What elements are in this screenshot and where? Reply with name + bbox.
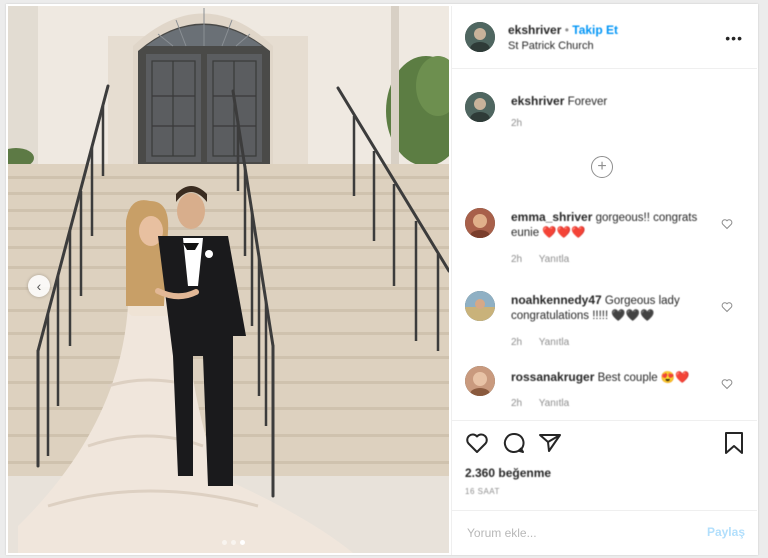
comment-meta: 2h Yanıtla bbox=[511, 398, 583, 409]
comment-username[interactable]: emma_shriver bbox=[511, 210, 592, 224]
avatar-image bbox=[465, 22, 495, 52]
comment-time[interactable]: 2h bbox=[511, 337, 522, 348]
comment-time[interactable]: 2h bbox=[511, 398, 522, 409]
comment-meta: 2h Yanıtla bbox=[511, 254, 583, 265]
action-bar: 2.360 beğenme 16 SAAT bbox=[452, 420, 757, 511]
avatar-image bbox=[465, 208, 495, 238]
commenter-avatar[interactable] bbox=[465, 291, 495, 321]
caption-text: ekshriver Forever bbox=[511, 94, 716, 110]
comment-username[interactable]: rossanakruger bbox=[511, 370, 594, 384]
post-photo[interactable]: ‹ bbox=[8, 6, 449, 553]
avatar-image bbox=[465, 92, 495, 122]
bookmark-icon[interactable] bbox=[723, 431, 745, 455]
wedding-photo bbox=[8, 6, 449, 553]
caption-avatar[interactable] bbox=[465, 92, 495, 122]
comment-text: noahkennedy47 Gorgeous lady congratulati… bbox=[511, 293, 716, 324]
carousel-indicator bbox=[222, 540, 245, 545]
author-username[interactable]: ekshriver bbox=[508, 23, 561, 37]
more-options-icon[interactable]: ••• bbox=[725, 30, 743, 46]
caption-meta: 2h bbox=[511, 118, 536, 129]
post-location[interactable]: St Patrick Church bbox=[508, 40, 594, 52]
chevron-left-icon: ‹ bbox=[36, 278, 42, 294]
comment-time[interactable]: 2h bbox=[511, 254, 522, 265]
comment-text: emma_shriver gorgeous!! congrats eunie ❤… bbox=[511, 210, 716, 241]
post-comment-button[interactable]: Paylaş bbox=[707, 525, 745, 539]
post-header: ekshriver • Takip Et St Patrick Church •… bbox=[452, 6, 757, 69]
likes-count[interactable]: 2.360 beğenme bbox=[465, 466, 551, 480]
comment-input[interactable] bbox=[465, 522, 689, 544]
comment-username[interactable]: noahkennedy47 bbox=[511, 293, 602, 307]
comment-form: Paylaş bbox=[452, 510, 757, 556]
commenter-avatar[interactable] bbox=[465, 366, 495, 396]
reply-button[interactable]: Yanıtla bbox=[539, 254, 569, 265]
caption-username[interactable]: ekshriver bbox=[511, 94, 564, 108]
heart-icon[interactable] bbox=[464, 431, 490, 455]
commenter-avatar[interactable] bbox=[465, 208, 495, 238]
avatar-image bbox=[465, 366, 495, 396]
post-date: 16 SAAT bbox=[465, 487, 500, 496]
comment-meta: 2h Yanıtla bbox=[511, 337, 583, 348]
share-icon[interactable] bbox=[538, 431, 562, 455]
comment-like-heart-icon[interactable] bbox=[721, 218, 733, 230]
post-details-panel: ekshriver • Takip Et St Patrick Church •… bbox=[451, 6, 757, 555]
load-more-comments-button[interactable]: + bbox=[591, 156, 613, 178]
header-separator: • bbox=[564, 23, 569, 37]
caption-body: Forever bbox=[567, 96, 608, 108]
comment-like-heart-icon[interactable] bbox=[721, 301, 733, 313]
avatar-image bbox=[465, 291, 495, 321]
follow-button[interactable]: Takip Et bbox=[572, 23, 618, 37]
carousel-dot bbox=[222, 540, 227, 545]
comment-text: rossanakruger Best couple 😍❤️ bbox=[511, 370, 716, 386]
reply-button[interactable]: Yanıtla bbox=[539, 337, 569, 348]
comment-body: Best couple 😍❤️ bbox=[597, 372, 690, 384]
plus-icon: + bbox=[597, 158, 607, 175]
author-avatar[interactable] bbox=[465, 22, 495, 52]
comment-like-heart-icon[interactable] bbox=[721, 378, 733, 390]
carousel-dot-active bbox=[240, 540, 245, 545]
caption-time[interactable]: 2h bbox=[511, 118, 522, 129]
carousel-prev-button[interactable]: ‹ bbox=[28, 275, 50, 297]
reply-button[interactable]: Yanıtla bbox=[539, 398, 569, 409]
carousel-dot bbox=[231, 540, 236, 545]
comment-icon[interactable] bbox=[502, 431, 526, 455]
